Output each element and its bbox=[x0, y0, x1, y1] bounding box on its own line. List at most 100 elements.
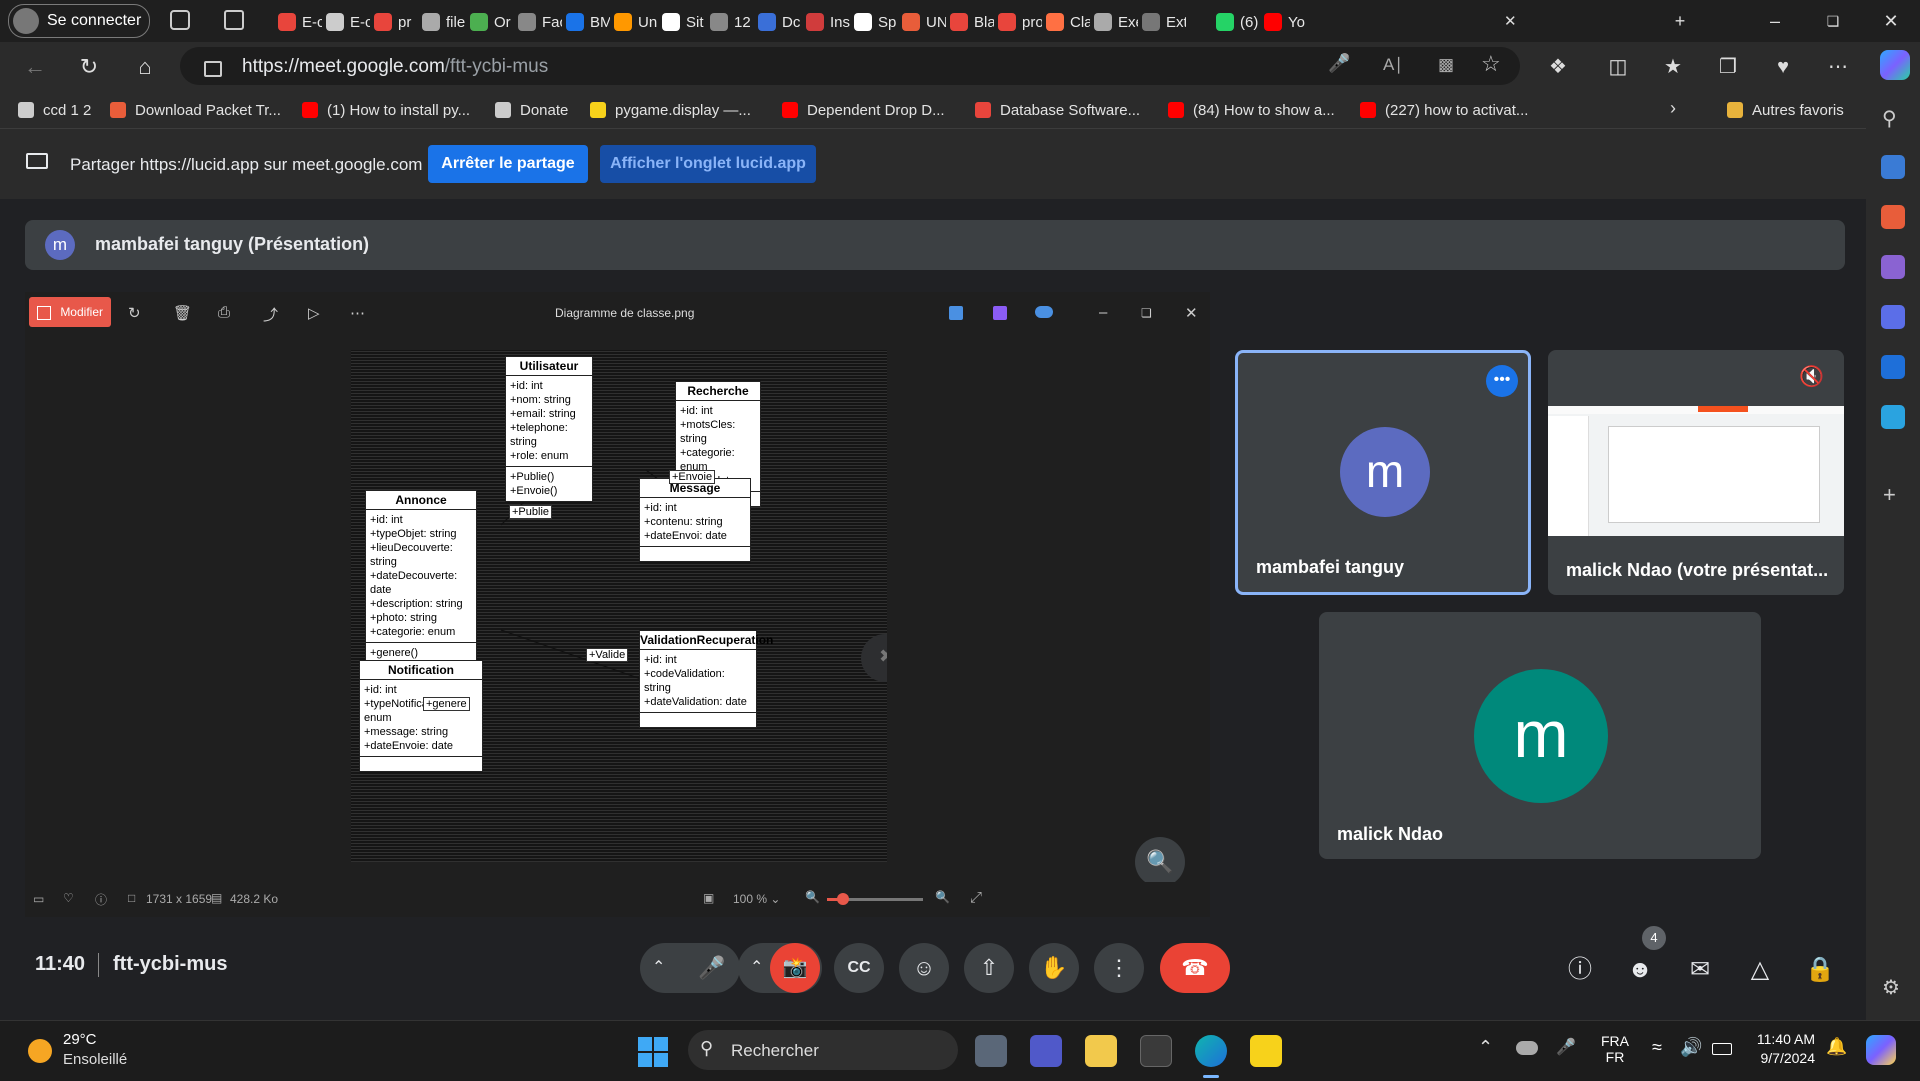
wifi-icon[interactable]: ≈ bbox=[1652, 1037, 1662, 1058]
camera-off-icon[interactable]: 📸 bbox=[770, 943, 820, 993]
file-explorer-icon[interactable] bbox=[1085, 1035, 1117, 1067]
address-bar[interactable]: https://meet.google.com/ftt-ycbi-mus 🎤 A… bbox=[180, 47, 1520, 85]
browser-tab[interactable]: Ext bbox=[1142, 8, 1186, 36]
microphone-control[interactable]: ⌃ 🎤 bbox=[640, 943, 740, 993]
battery-icon[interactable] bbox=[1712, 1043, 1732, 1055]
clipchamp-icon[interactable] bbox=[993, 306, 1007, 320]
delete-icon[interactable]: 🗑 bbox=[173, 304, 192, 322]
close-window-button[interactable]: ✕ bbox=[1871, 8, 1911, 34]
favorite-heart-icon[interactable]: ♡ bbox=[63, 891, 74, 905]
browser-tab[interactable]: file bbox=[422, 8, 466, 36]
zoom-select[interactable]: 100 % ⌄ bbox=[733, 887, 793, 911]
restore-button[interactable]: ❏ bbox=[1813, 8, 1853, 34]
task-view-icon[interactable] bbox=[975, 1035, 1007, 1067]
onedrive-tray-icon[interactable] bbox=[1516, 1041, 1538, 1055]
edit-app-icon[interactable] bbox=[949, 306, 963, 320]
people-icon[interactable]: ☻ bbox=[1620, 950, 1660, 990]
browser-essentials-icon[interactable]: ♥ bbox=[1768, 52, 1798, 82]
participant-tile-active[interactable]: m ••• mambafei tanguy bbox=[1235, 350, 1531, 595]
app-available-icon[interactable]: ▩ bbox=[1438, 55, 1454, 75]
sidebar-add-icon[interactable]: + bbox=[1883, 482, 1896, 508]
captions-icon[interactable]: CC bbox=[834, 943, 884, 993]
edge-taskbar-icon[interactable] bbox=[1195, 1035, 1227, 1067]
show-tab-button[interactable]: Afficher l'onglet lucid.app bbox=[600, 145, 816, 183]
profile-signin-button[interactable]: Se connecter bbox=[8, 4, 150, 38]
back-button[interactable]: ← bbox=[20, 52, 50, 82]
start-windows-icon[interactable] bbox=[638, 1037, 668, 1067]
filmstrip-icon[interactable]: ▭ bbox=[33, 892, 44, 906]
browser-tab[interactable]: UN bbox=[902, 8, 946, 36]
fit-to-window-icon[interactable]: ▣ bbox=[703, 891, 714, 905]
participant-tile-presentation[interactable]: 🔇 malick Ndao (votre présentat... bbox=[1548, 350, 1844, 595]
minimize-button[interactable]: – bbox=[1755, 8, 1795, 34]
slideshow-icon[interactable]: ▷ bbox=[308, 304, 320, 322]
collections-icon[interactable]: ❐ bbox=[1713, 52, 1743, 82]
meeting-info-icon[interactable]: ⓘ bbox=[1560, 950, 1600, 990]
more-options-icon[interactable]: ⋮ bbox=[1094, 943, 1144, 993]
info-icon[interactable]: ⓘ bbox=[95, 891, 107, 908]
bookmarks-overflow-chevron-icon[interactable]: › bbox=[1670, 98, 1676, 119]
show-hidden-icons-chevron-icon[interactable]: ⌃ bbox=[1478, 1037, 1493, 1058]
favorites-icon[interactable]: ★ bbox=[1658, 52, 1688, 82]
volume-icon[interactable]: 🔊 bbox=[1680, 1037, 1702, 1058]
sidebar-shopping-icon[interactable] bbox=[1881, 155, 1905, 179]
browser-tab[interactable]: Exe bbox=[1094, 8, 1138, 36]
bookmark-item[interactable]: ccd 1 2 bbox=[18, 98, 91, 122]
settings-more-icon[interactable]: ⋯ bbox=[1823, 52, 1853, 82]
browser-tab[interactable]: Ins bbox=[806, 8, 850, 36]
browser-tab[interactable]: Yo bbox=[1264, 8, 1308, 36]
weather-sun-icon[interactable] bbox=[28, 1039, 52, 1063]
notifications-bell-icon[interactable]: 🔔 bbox=[1826, 1037, 1847, 1057]
participant-tile[interactable]: m malick Ndao bbox=[1319, 612, 1761, 859]
bookmark-item[interactable]: (84) How to show a... bbox=[1168, 98, 1335, 122]
rotate-icon[interactable]: ↻ bbox=[128, 304, 141, 322]
fullscreen-icon[interactable]: ⤢ bbox=[970, 889, 982, 906]
chat-icon[interactable]: ✉ bbox=[1680, 950, 1720, 990]
taskbar-search-box[interactable]: ⚲ Rechercher bbox=[688, 1030, 958, 1070]
sticky-notes-icon[interactable] bbox=[1250, 1035, 1282, 1067]
activities-icon[interactable]: △ bbox=[1740, 950, 1780, 990]
zoom-in-fab-icon[interactable]: 🔍 bbox=[1135, 837, 1185, 887]
browser-tab[interactable]: (6) bbox=[1216, 8, 1260, 36]
workspaces-icon[interactable] bbox=[170, 10, 190, 30]
share-icon[interactable]: ⤴ bbox=[263, 304, 278, 325]
new-tab-button[interactable]: + bbox=[1660, 8, 1700, 34]
video-options-chevron-icon[interactable]: ⌃ bbox=[750, 943, 763, 993]
bookmark-item[interactable]: (227) how to activat... bbox=[1360, 98, 1528, 122]
viewer-restore-button[interactable]: ❏ bbox=[1141, 306, 1152, 320]
browser-tab[interactable]: Fac bbox=[518, 8, 562, 36]
sidebar-copilot-icon[interactable] bbox=[1881, 305, 1905, 329]
zoom-out-icon[interactable]: 🔍 bbox=[805, 890, 820, 904]
more-options-icon[interactable]: ⋯ bbox=[350, 304, 365, 322]
browser-tab[interactable]: Bla bbox=[950, 8, 994, 36]
sidebar-search-icon[interactable]: ⚲ bbox=[1882, 106, 1897, 131]
close-tab-icon[interactable]: ✕ bbox=[1504, 12, 1517, 30]
bookmark-item[interactable]: pygame.display —... bbox=[590, 98, 751, 122]
audio-options-chevron-icon[interactable]: ⌃ bbox=[652, 943, 665, 993]
zoom-slider[interactable] bbox=[827, 893, 923, 905]
browser-tab[interactable]: Sit bbox=[662, 8, 706, 36]
unpin-icon[interactable]: ✖ bbox=[879, 646, 887, 667]
teams-icon[interactable] bbox=[1030, 1035, 1062, 1067]
onedrive-icon[interactable] bbox=[1035, 306, 1053, 318]
browser-tab[interactable]: BM bbox=[566, 8, 610, 36]
home-button[interactable]: ⌂ bbox=[130, 52, 160, 82]
system-clock[interactable]: 11:40 AM 9/7/2024 bbox=[1745, 1031, 1815, 1066]
stop-sharing-button[interactable]: Arrêter le partage bbox=[428, 145, 588, 183]
sidebar-tools-icon[interactable] bbox=[1881, 205, 1905, 229]
present-screen-icon[interactable]: ⇧ bbox=[964, 943, 1014, 993]
read-aloud-icon[interactable]: A∣ bbox=[1383, 55, 1403, 75]
lock-icon[interactable] bbox=[204, 61, 222, 77]
extensions-icon[interactable]: ❖ bbox=[1543, 52, 1573, 82]
weather-condition[interactable]: Ensoleillé bbox=[63, 1051, 127, 1068]
browser-tab[interactable]: 12 bbox=[710, 8, 754, 36]
tab-actions-icon[interactable] bbox=[224, 10, 244, 30]
copilot-taskbar-icon[interactable] bbox=[1866, 1035, 1896, 1065]
zoom-slider-thumb[interactable] bbox=[837, 893, 849, 905]
microphone-icon[interactable]: 🎤 bbox=[698, 943, 725, 993]
bookmark-item[interactable]: (1) How to install py... bbox=[302, 98, 470, 122]
camera-control[interactable]: ⌃ 📸 bbox=[738, 943, 822, 993]
favorite-star-icon[interactable]: ☆ bbox=[1481, 51, 1501, 77]
browser-tab[interactable]: Sp bbox=[854, 8, 898, 36]
bookmark-item[interactable]: Database Software... bbox=[975, 98, 1140, 122]
